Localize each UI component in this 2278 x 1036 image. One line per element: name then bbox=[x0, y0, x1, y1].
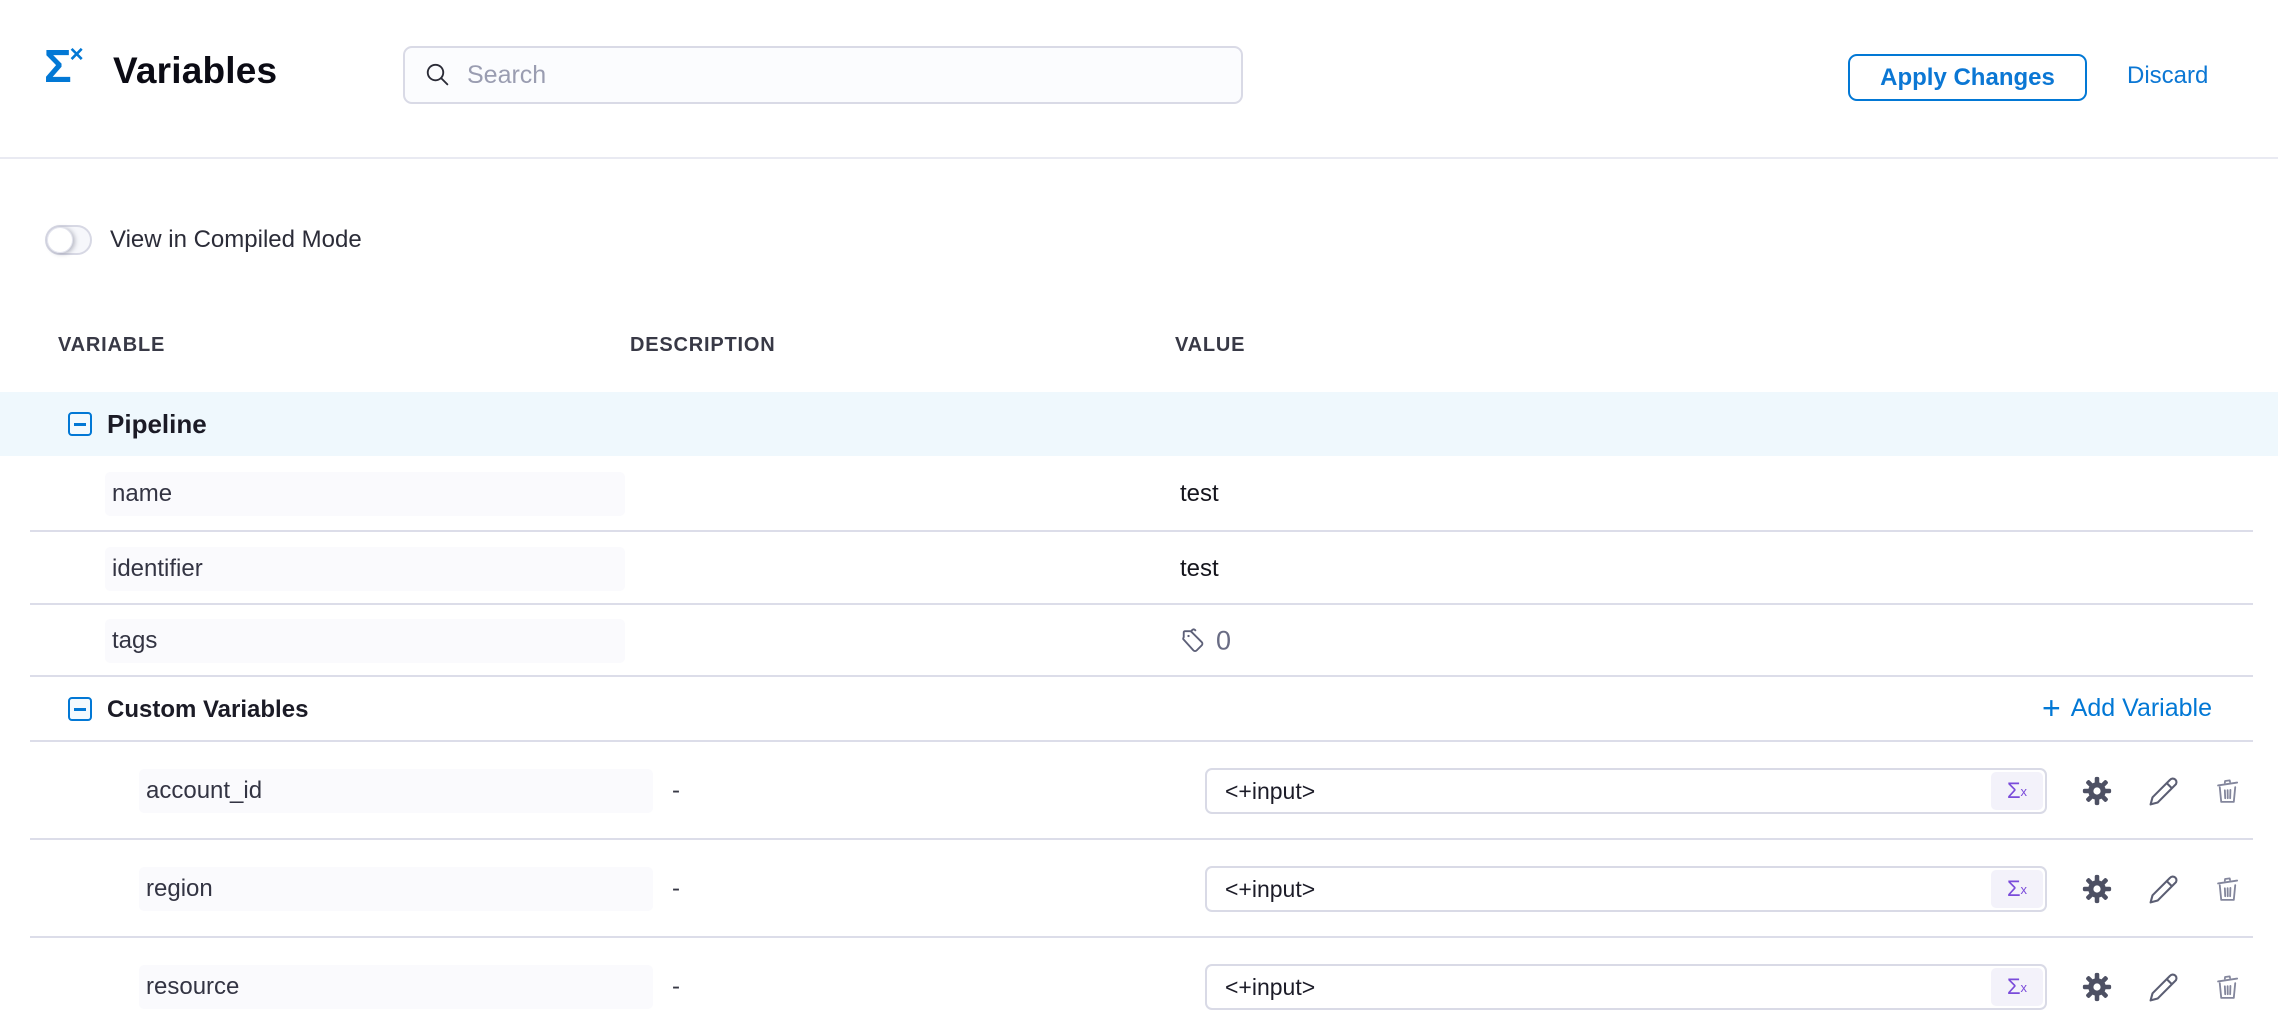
variable-name-field: region bbox=[139, 867, 653, 911]
table-column-headers: VARIABLE DESCRIPTION VALUE bbox=[0, 330, 2278, 364]
search-input[interactable] bbox=[467, 61, 1223, 90]
variable-name-field: account_id bbox=[139, 769, 653, 813]
runtime-input-sigma-icon[interactable]: Σx bbox=[1991, 968, 2043, 1006]
column-header-description: DESCRIPTION bbox=[630, 334, 775, 357]
variable-name-field: identifier bbox=[105, 547, 625, 591]
variable-value: test bbox=[1180, 480, 1219, 508]
add-variable-label: Add Variable bbox=[2071, 694, 2212, 723]
variable-description: - bbox=[672, 973, 680, 1001]
compiled-mode-label: View in Compiled Mode bbox=[110, 226, 362, 254]
column-header-variable: VARIABLE bbox=[58, 334, 165, 357]
compiled-mode-toggle-row: View in Compiled Mode bbox=[45, 222, 362, 258]
edit-pencil-icon[interactable] bbox=[2146, 970, 2180, 1004]
variable-description: - bbox=[672, 777, 680, 805]
plus-icon: + bbox=[2042, 691, 2061, 725]
apply-changes-button[interactable]: Apply Changes bbox=[1848, 54, 2087, 101]
settings-gear-icon[interactable] bbox=[2080, 970, 2114, 1004]
delete-trash-icon[interactable] bbox=[2210, 872, 2244, 906]
edit-pencil-icon[interactable] bbox=[2146, 872, 2180, 906]
table-row: identifier test bbox=[0, 532, 2278, 605]
add-variable-button[interactable]: + Add Variable bbox=[2042, 691, 2212, 725]
delete-trash-icon[interactable] bbox=[2210, 970, 2244, 1004]
delete-trash-icon[interactable] bbox=[2210, 774, 2244, 808]
variable-value: test bbox=[1180, 555, 1219, 583]
settings-gear-icon[interactable] bbox=[2080, 872, 2114, 906]
discard-button[interactable]: Discard bbox=[2127, 62, 2208, 90]
section-row-custom-variables: Custom Variables + Add Variable bbox=[0, 677, 2278, 742]
tags-count: 0 bbox=[1216, 626, 1231, 657]
table-row: tags 0 bbox=[0, 605, 2278, 677]
value-input-text: <+input> bbox=[1207, 974, 1989, 1001]
runtime-input-sigma-icon[interactable]: Σx bbox=[1991, 772, 2043, 810]
search-box[interactable] bbox=[403, 46, 1243, 104]
edit-pencil-icon[interactable] bbox=[2146, 774, 2180, 808]
variable-name-field: tags bbox=[105, 619, 625, 663]
column-header-value: VALUE bbox=[1175, 334, 1245, 357]
toggle-knob bbox=[47, 227, 73, 253]
header-bar: Σ× Variables Apply Changes Discard bbox=[0, 0, 2278, 159]
search-icon bbox=[423, 60, 453, 90]
variables-sigma-logo-icon: Σ× bbox=[44, 36, 104, 96]
compiled-mode-toggle[interactable] bbox=[45, 225, 92, 255]
variable-value-input[interactable]: <+input> Σx bbox=[1205, 866, 2047, 912]
section-label-pipeline: Pipeline bbox=[107, 409, 207, 440]
tag-icon bbox=[1180, 627, 1208, 655]
table-row: account_id - <+input> Σx bbox=[0, 742, 2278, 840]
settings-gear-icon[interactable] bbox=[2080, 774, 2114, 808]
collapse-minus-icon[interactable] bbox=[68, 412, 92, 436]
variable-description: - bbox=[672, 875, 680, 903]
tags-count-widget: 0 bbox=[1180, 626, 1231, 657]
section-label-custom-variables: Custom Variables bbox=[107, 696, 308, 724]
table-row: name test bbox=[0, 456, 2278, 532]
table-row: resource - <+input> Σx bbox=[0, 938, 2278, 1036]
page-title: Variables bbox=[113, 50, 277, 92]
variable-name-field: name bbox=[105, 472, 625, 516]
runtime-input-sigma-icon[interactable]: Σx bbox=[1991, 870, 2043, 908]
variable-value-input[interactable]: <+input> Σx bbox=[1205, 964, 2047, 1010]
value-input-text: <+input> bbox=[1207, 778, 1989, 805]
collapse-minus-icon[interactable] bbox=[68, 697, 92, 721]
table-row: region - <+input> Σx bbox=[0, 840, 2278, 938]
variable-value-input[interactable]: <+input> Σx bbox=[1205, 768, 2047, 814]
variable-name-field: resource bbox=[139, 965, 653, 1009]
section-row-pipeline: Pipeline bbox=[0, 392, 2278, 456]
value-input-text: <+input> bbox=[1207, 876, 1989, 903]
